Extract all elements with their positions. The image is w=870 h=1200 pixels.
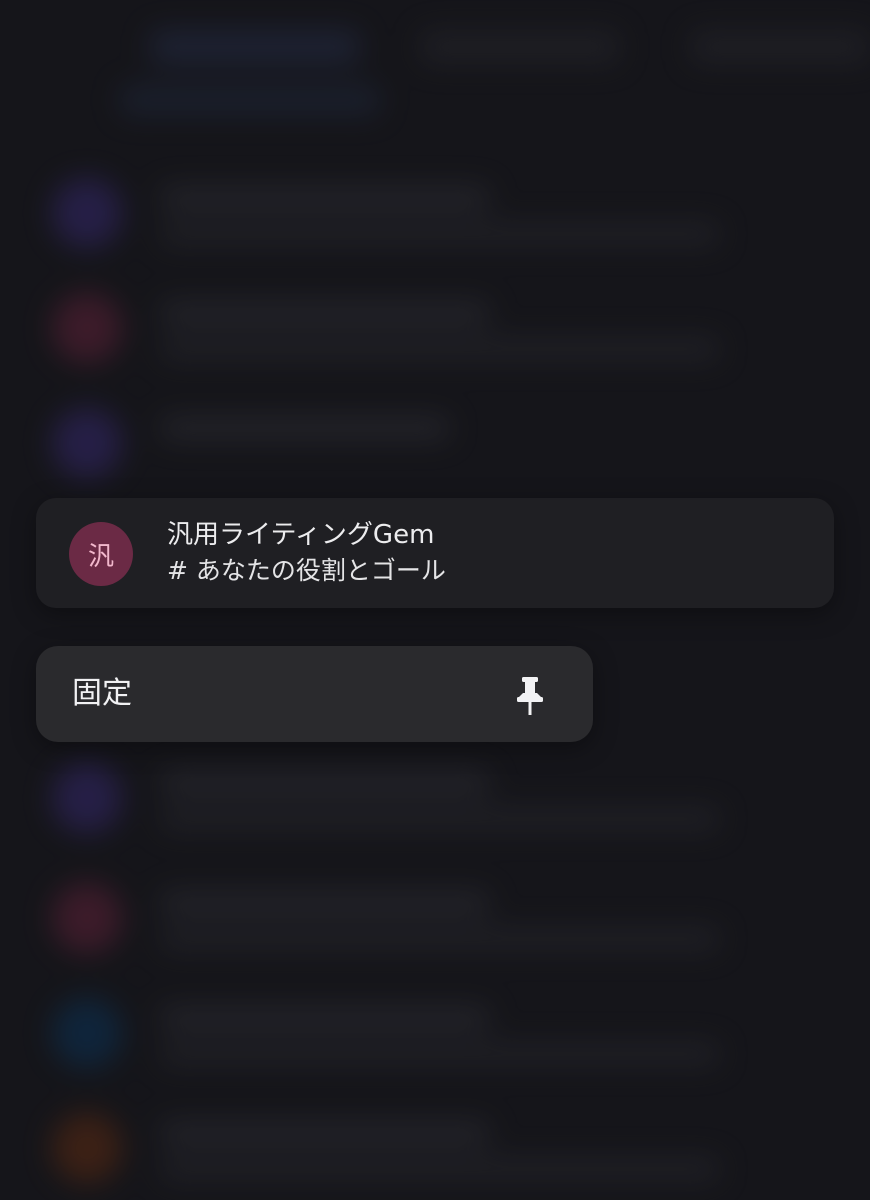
pin-menu-item[interactable]: 固定 bbox=[36, 646, 593, 742]
gem-avatar-initial: 汎 bbox=[87, 541, 114, 572]
gem-subtitle: # あなたの役割とゴール bbox=[167, 556, 446, 585]
pin-icon bbox=[517, 677, 543, 715]
gem-list-screen: 汎 汎用ライティングGem # あなたの役割とゴール 固定 bbox=[0, 0, 870, 1200]
gem-avatar: 汎 bbox=[69, 522, 133, 586]
pin-menu-label: 固定 bbox=[72, 676, 132, 711]
gem-title: 汎用ライティングGem bbox=[167, 520, 435, 550]
focused-gem-item[interactable]: 汎 汎用ライティングGem # あなたの役割とゴール bbox=[36, 498, 834, 608]
